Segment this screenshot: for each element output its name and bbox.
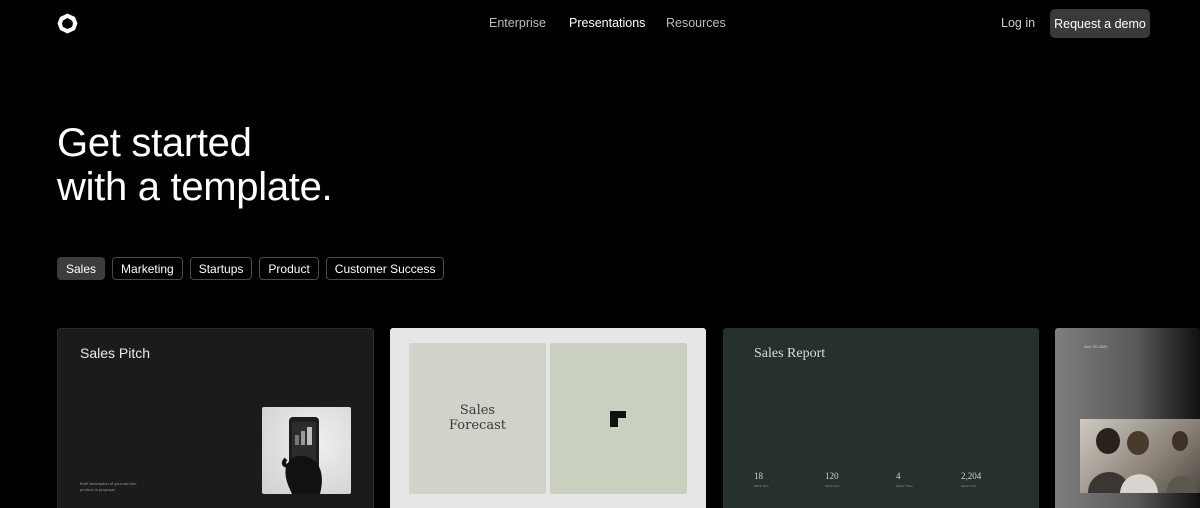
metric: 2,204 Metric Four xyxy=(961,471,981,488)
template-title: Sales Pitch xyxy=(80,345,151,361)
metric: 120 Metric Two xyxy=(825,471,839,488)
template-title-line-1: Sales xyxy=(459,403,496,418)
template-card-sales-forecast[interactable]: Sales Forecast xyxy=(390,328,706,508)
metric-label: Metric Four xyxy=(961,484,977,488)
nav-link-enterprise[interactable]: Enterprise xyxy=(489,16,546,30)
page-title-line-2: with a template. xyxy=(57,165,333,209)
filter-chip-startups[interactable]: Startups xyxy=(189,257,253,280)
template-card-sales-pitch[interactable]: Sales Pitch Brief description of your se… xyxy=(57,328,374,508)
filter-chip-product[interactable]: Product xyxy=(259,257,319,280)
metric-label: Metric Two xyxy=(825,484,840,488)
phone-in-hand-image xyxy=(262,407,351,494)
metric-value: 120 xyxy=(825,471,839,481)
template-card-partial[interactable]: Nov '20 2020 xyxy=(1055,328,1200,508)
template-caption: Brief description of your service, produ… xyxy=(80,481,137,492)
people-meeting-image xyxy=(1080,419,1200,493)
login-link[interactable]: Log in xyxy=(1001,16,1035,30)
people-illustration-icon xyxy=(1088,428,1198,493)
template-title: Sales Report xyxy=(754,346,826,361)
phone-illustration-icon xyxy=(281,417,322,494)
forecast-mark-panel xyxy=(550,343,687,494)
page-title-line-1: Get started xyxy=(57,121,252,165)
template-title-line-2: Forecast xyxy=(449,418,506,433)
metric: 18 Metric One xyxy=(754,471,769,488)
metric-value: 4 xyxy=(896,471,901,481)
template-card-sales-report[interactable]: Sales Report 18 Metric One 120 Metric Tw… xyxy=(723,328,1039,508)
request-demo-button[interactable]: Request a demo xyxy=(1050,9,1150,38)
filter-chip-sales[interactable]: Sales xyxy=(57,257,106,280)
template-title: Sales Forecast xyxy=(409,403,546,433)
metric-label: Metric Three xyxy=(896,484,913,488)
metric-value: 2,204 xyxy=(961,471,982,481)
forecast-title-panel: Sales Forecast xyxy=(409,343,546,494)
brand-logo-icon[interactable] xyxy=(57,13,78,34)
nav-link-resources[interactable]: Resources xyxy=(666,16,726,30)
category-filters: Sales Marketing Startups Product Custome… xyxy=(57,257,445,280)
metric-value: 18 xyxy=(754,471,763,481)
page-title: Get started with a template. xyxy=(57,121,333,209)
filter-chip-marketing[interactable]: Marketing xyxy=(112,257,183,280)
metric: 4 Metric Three xyxy=(896,471,913,488)
nav-link-presentations[interactable]: Presentations xyxy=(569,16,645,30)
template-small-text: Nov '20 2020 xyxy=(1084,344,1108,349)
filter-chip-customer-success[interactable]: Customer Success xyxy=(325,257,445,280)
brand-mark-icon xyxy=(610,411,626,427)
metric-label: Metric One xyxy=(754,484,769,488)
